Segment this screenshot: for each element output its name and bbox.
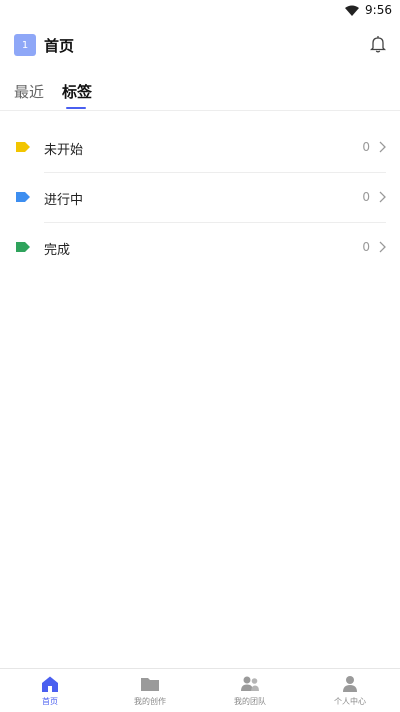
tag-icon — [16, 242, 30, 252]
tag-row-done[interactable]: 完成 0 — [0, 223, 400, 273]
nav-label: 个人中心 — [334, 697, 366, 706]
nav-label: 我的创作 — [134, 697, 166, 706]
home-icon — [42, 676, 58, 692]
nav-label: 我的团队 — [234, 697, 266, 706]
nav-label: 首页 — [42, 697, 58, 706]
tag-row-not-started[interactable]: 未开始 0 — [0, 123, 400, 173]
tag-count: 0 — [362, 140, 370, 154]
tag-row-in-progress[interactable]: 进行中 0 — [0, 173, 400, 223]
tag-icon — [16, 142, 30, 152]
user-icon — [343, 676, 357, 692]
active-tab-indicator — [66, 107, 86, 109]
tab-bar: 最近 标签 — [0, 78, 400, 111]
nav-my-team[interactable]: 我的团队 — [200, 669, 300, 712]
tab-tags[interactable]: 标签 — [62, 81, 92, 102]
tag-count: 0 — [362, 240, 370, 254]
page-title: 首页 — [44, 37, 75, 55]
tag-label: 进行中 — [44, 193, 84, 208]
chevron-right-icon — [379, 141, 386, 153]
tag-icon-shape — [16, 242, 30, 252]
folder-icon — [141, 678, 159, 691]
team-icon — [241, 676, 259, 691]
app-header: 1 首页 — [0, 30, 400, 60]
nav-home[interactable]: 首页 — [0, 669, 100, 712]
tag-label: 未开始 — [44, 143, 84, 158]
wifi-icon — [345, 5, 360, 16]
bell-icon[interactable] — [370, 35, 386, 53]
tab-recent[interactable]: 最近 — [14, 81, 44, 102]
app-badge[interactable]: 1 — [14, 34, 36, 56]
chevron-right-icon — [379, 241, 386, 253]
status-icons: 9:56 — [345, 3, 392, 17]
chevron-right-icon — [379, 191, 386, 203]
tag-label: 完成 — [44, 243, 71, 258]
status-time: 9:56 — [365, 3, 392, 17]
tag-icon — [16, 192, 30, 202]
nav-my-creations[interactable]: 我的创作 — [100, 669, 200, 712]
tag-icon-shape — [16, 192, 30, 202]
tag-count: 0 — [362, 190, 370, 204]
status-bar: 9:56 — [0, 0, 400, 22]
tag-icon-shape — [16, 142, 30, 152]
bottom-nav: 首页 我的创作 我的团队 个人中心 — [0, 668, 400, 712]
tag-list: 未开始 0 进行中 0 完成 0 — [0, 123, 400, 273]
nav-profile[interactable]: 个人中心 — [300, 669, 400, 712]
